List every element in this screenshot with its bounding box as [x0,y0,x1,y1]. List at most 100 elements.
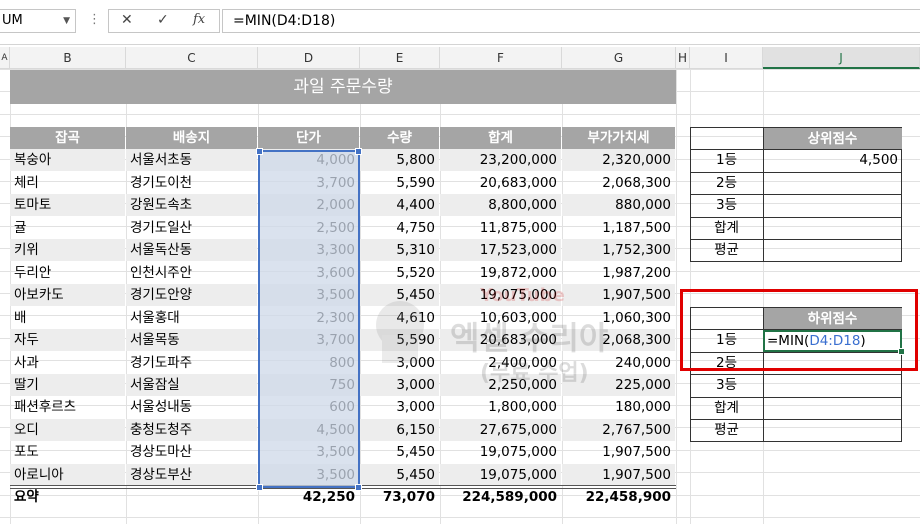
table-cell[interactable]: 4,400 [360,194,439,217]
table-cell[interactable]: 충청도청주 [126,418,257,441]
rank-label[interactable]: 2등 [690,172,763,194]
table-cell[interactable]: 1,907,500 [562,441,675,463]
table-cell[interactable]: 1,752,300 [562,239,675,262]
table-cell[interactable]: 5,520 [360,262,439,284]
table-cell[interactable]: 23,200,000 [440,149,561,172]
fx-icon[interactable]: fx [193,12,205,27]
table-cell[interactable]: 2,400,000 [440,352,561,374]
table-cell[interactable]: 180,000 [562,396,675,418]
table-cell[interactable]: 귤 [10,217,125,239]
name-box[interactable]: UM ▼ [0,9,76,33]
table-cell[interactable]: 1,060,300 [562,307,675,329]
rank-label[interactable]: 3등 [690,374,763,396]
rank-value[interactable] [763,172,902,194]
column-header-f[interactable]: F [440,47,562,69]
rank-label[interactable]: 평균 [690,239,763,261]
table-cell[interactable]: 경기도이천 [126,172,257,194]
top-score-header[interactable]: 상위점수 [763,128,902,150]
column-header-d[interactable]: D [258,47,360,69]
table-cell[interactable]: 복숭아 [10,149,125,172]
table-cell[interactable]: 키위 [10,239,125,262]
rank-value[interactable] [763,239,902,261]
table-cell[interactable]: 경상도부산 [126,463,257,486]
summary-cell[interactable]: 요약 [10,486,125,508]
table-cell[interactable]: 서울목동 [126,329,257,352]
table-header-cell[interactable]: 단가 [258,127,359,149]
table-cell[interactable]: 3,000 [360,352,439,374]
table-cell[interactable]: 배 [10,307,125,329]
table-cell[interactable]: 서울홍대 [126,307,257,329]
table-header-cell[interactable]: 잡곡 [10,127,125,149]
table-cell[interactable]: 1,187,500 [562,217,675,239]
range-selection-d4-d18[interactable] [258,150,360,488]
rank-label[interactable]: 1등 [690,149,763,171]
table-header-cell[interactable]: 수량 [360,127,439,149]
table-cell[interactable]: 27,675,000 [440,418,561,441]
table-cell[interactable]: 인천시주안 [126,262,257,284]
table-cell[interactable]: 딸기 [10,373,125,396]
more-options-icon[interactable]: ⋮ [88,12,101,27]
column-header-b[interactable]: B [10,47,126,69]
table-cell[interactable]: 서울잠실 [126,373,257,396]
table-cell[interactable]: 11,875,000 [440,217,561,239]
column-header-j[interactable]: J [763,47,920,69]
table-cell[interactable]: 경기도일산 [126,217,257,239]
table-cell[interactable]: 4,750 [360,217,439,239]
selection-handle[interactable] [256,484,263,491]
summary-cell[interactable]: 73,070 [360,486,439,508]
table-cell[interactable]: 17,523,000 [440,239,561,262]
column-header-a[interactable]: A [0,47,10,69]
chevron-down-icon[interactable]: ▼ [63,10,70,32]
table-cell[interactable]: 4,610 [360,307,439,329]
rank-label[interactable]: 합계 [690,397,763,419]
table-cell[interactable]: 880,000 [562,194,675,217]
table-cell[interactable]: 6,150 [360,418,439,441]
table-cell[interactable]: 아보카도 [10,284,125,307]
table-header-cell[interactable]: 배송지 [126,127,257,149]
table-cell[interactable]: 서울성내동 [126,396,257,418]
table-cell[interactable]: 20,683,000 [440,172,561,194]
table-cell[interactable]: 자두 [10,329,125,352]
rank-label[interactable]: 합계 [690,217,763,239]
formula-input[interactable]: =MIN(D4:D18) [222,9,920,33]
summary-cell[interactable]: 224,589,000 [440,486,561,508]
table-cell[interactable]: 19,075,000 [440,463,561,486]
table-cell[interactable]: 10,603,000 [440,307,561,329]
selection-handle[interactable] [355,484,362,491]
enter-icon[interactable]: ✓ [157,12,169,28]
cancel-icon[interactable]: ✕ [121,12,133,28]
table-cell[interactable]: 서울독산동 [126,239,257,262]
table-cell[interactable]: 두리안 [10,262,125,284]
rank-value[interactable] [763,217,902,239]
table-cell[interactable]: 19,872,000 [440,262,561,284]
table-cell[interactable]: 1,987,200 [562,262,675,284]
table-cell[interactable]: 5,450 [360,284,439,307]
table-cell[interactable]: 2,068,300 [562,172,675,194]
table-cell[interactable]: 1,907,500 [562,284,675,307]
table-cell[interactable]: 1,800,000 [440,396,561,418]
table-cell[interactable]: 아로니아 [10,463,125,486]
table-cell[interactable]: 토마토 [10,194,125,217]
table-cell[interactable]: 5,310 [360,239,439,262]
rank-label[interactable]: 3등 [690,194,763,216]
table-cell[interactable]: 19,075,000 [440,441,561,463]
table-cell[interactable]: 오디 [10,418,125,441]
table-cell[interactable]: 19,075,000 [440,284,561,307]
table-cell[interactable]: 2,250,000 [440,373,561,396]
table-cell[interactable]: 5,450 [360,463,439,486]
table-cell[interactable]: 240,000 [562,352,675,374]
table-cell[interactable]: 경기도파주 [126,352,257,374]
table-cell[interactable]: 서울서초동 [126,149,257,172]
table-cell[interactable]: 포도 [10,441,125,463]
table-cell[interactable]: 체리 [10,172,125,194]
summary-cell[interactable]: 42,250 [258,486,359,508]
table-cell[interactable]: 20,683,000 [440,329,561,352]
rank-value[interactable]: 4,500 [763,149,902,171]
column-header-c[interactable]: C [126,47,258,69]
table-header-cell[interactable]: 부가가치세 [562,127,675,149]
table-cell[interactable]: 2,068,300 [562,329,675,352]
table-header-cell[interactable]: 합계 [440,127,561,149]
table-cell[interactable]: 3,000 [360,373,439,396]
table-cell[interactable]: 5,590 [360,329,439,352]
summary-cell[interactable] [126,486,257,508]
